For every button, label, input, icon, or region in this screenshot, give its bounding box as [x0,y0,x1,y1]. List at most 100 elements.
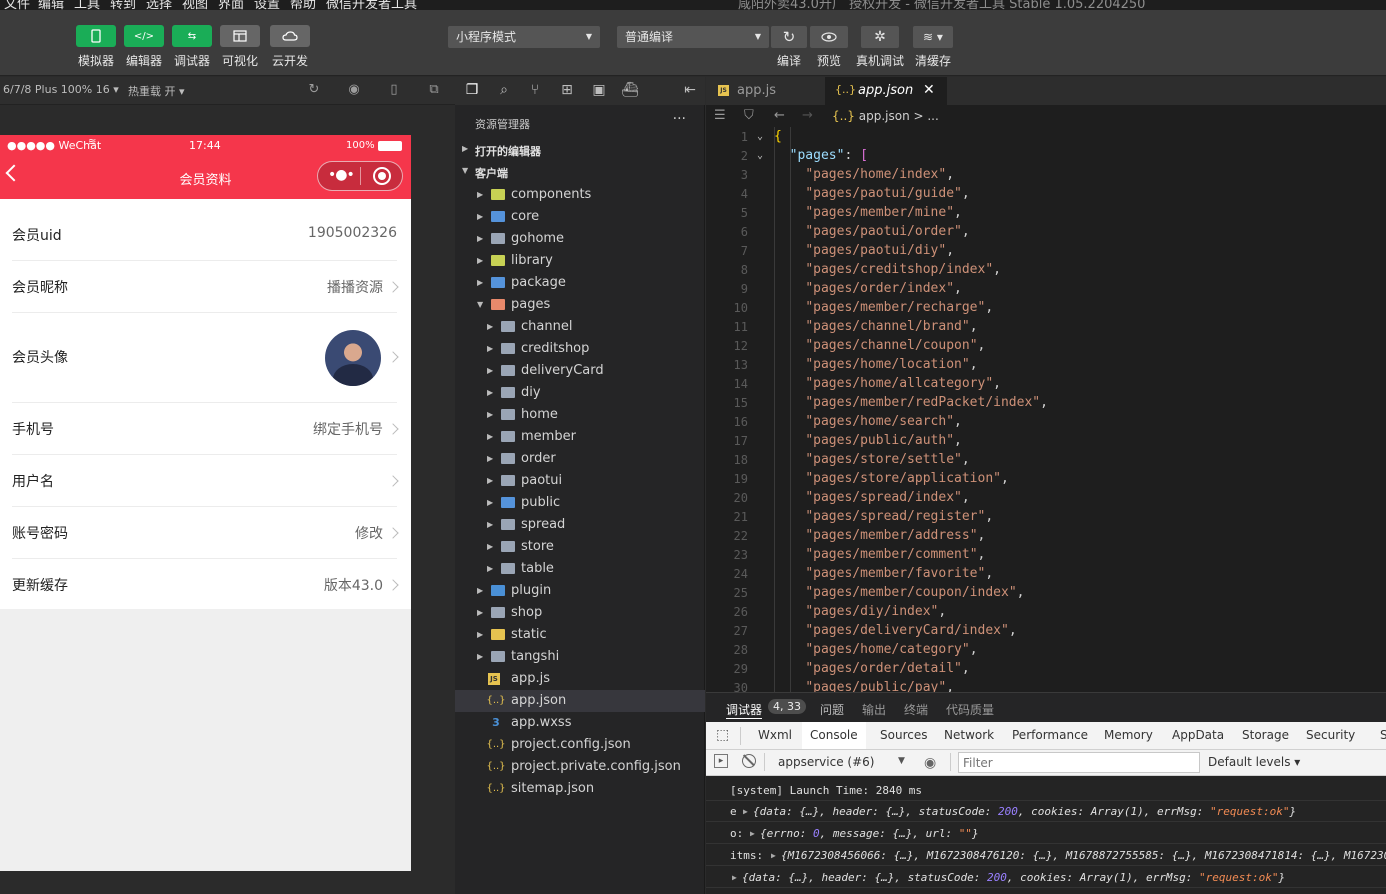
close-circle-icon[interactable] [373,167,391,185]
devtools-tab-console[interactable]: Console [802,722,866,749]
fold-chevron-icon[interactable]: ⌄ [757,131,763,142]
context-select[interactable]: appservice (#6) [778,755,874,769]
row-uid[interactable]: 会员uid 1905002326 [12,199,397,261]
docker-icon[interactable]: ⛴ [621,81,639,99]
client-section[interactable]: ▼ 客户端 [455,161,705,183]
menu-edit[interactable]: 编辑 [38,0,64,10]
tree-item-paotui[interactable]: ▶ paotui [455,470,705,492]
hot-reload-toggle[interactable]: 热重载 开 ▾ [128,83,185,99]
row-avatar[interactable]: 会员头像 [12,313,399,403]
console-line[interactable]: ▶ {data: {…}, header: {…}, statusCode: 20… [706,866,1386,888]
row-username[interactable]: 用户名 [12,455,399,507]
devtools-tab-storage[interactable]: Storage [1234,722,1297,749]
menu-tools[interactable]: 工具 [74,0,100,10]
tree-item-library[interactable]: ▶ library [455,250,705,272]
clear-console-icon[interactable] [742,754,756,768]
tab-problems[interactable]: 问题 [820,701,844,718]
tab-debugger[interactable]: 调试器 [726,701,763,719]
sidebar-toggle-icon[interactable]: ▸ [714,754,728,768]
files-icon[interactable]: ❐ [463,81,481,99]
fold-chevron-icon[interactable]: ⌄ [757,150,763,161]
tree-item-public[interactable]: ▶ public [455,492,705,514]
source-control-icon[interactable]: ⑂ [526,81,544,99]
tree-item-app-wxss[interactable]: 3 app.wxss [455,712,705,734]
levels-select[interactable]: Default levels ▾ [1208,755,1300,769]
bookmark-icon[interactable]: ⛉ [744,108,754,123]
filter-input[interactable] [958,752,1200,773]
simulator-toggle-button[interactable] [76,25,116,47]
console-line[interactable]: o: ▶ {errno: 0, message: {…}, url: ""} [706,822,1386,844]
tree-item-sitemap-json[interactable]: {..} sitemap.json [455,778,705,800]
menu-settings[interactable]: 设置 [254,0,280,10]
console-line[interactable]: e ▶ {data: {…}, header: {…}, statusCode: 2… [706,800,1386,822]
stop-icon[interactable]: ◉ [346,82,362,98]
tab-app-json[interactable]: {..} app.json ✕ [825,77,947,105]
menu-view[interactable]: 视图 [182,0,208,10]
devtools-tab-security[interactable]: Security [1298,722,1363,749]
devtools-tab-wxml[interactable]: Wxml [750,722,800,749]
menu-goto[interactable]: 转到 [110,0,136,10]
eye-icon[interactable]: ◉ [924,755,936,771]
menu-select[interactable]: 选择 [146,0,172,10]
clear-cache-button[interactable]: ≋ ▾ [913,26,953,48]
search-icon[interactable]: ⌕ [495,81,513,99]
debugger-toggle-button[interactable]: ⇆ [172,25,212,47]
console-line[interactable]: itms: ▶ {M1672308456066: {…}, M16723084761… [706,844,1386,866]
save-icon[interactable]: ▣ [590,81,608,99]
open-editors-section[interactable]: ▶ 打开的编辑器 [455,139,705,161]
list-icon[interactable]: ☰ [714,108,726,123]
devtools-tab-s[interactable]: S [1372,722,1386,749]
devtools-tab-network[interactable]: Network [936,722,1002,749]
mode-select[interactable]: 小程序模式 ▼ [448,26,600,48]
row-password[interactable]: 账号密码 修改 [12,507,399,559]
editor-toggle-button[interactable]: </> [124,25,164,47]
code-editor[interactable]: 1 ⌄ {2 ⌄ "pages": [3 "pages/home/index", 4 "… [706,127,1386,692]
devtools-tab-sources[interactable]: Sources [872,722,935,749]
menu-file[interactable]: 文件 [4,0,30,10]
expand-arrow-icon[interactable]: ▶ [750,829,755,838]
devtools-tab-performance[interactable]: Performance [1004,722,1096,749]
visual-button[interactable] [220,25,260,47]
tree-item-tangshi[interactable]: ▶ tangshi [455,646,705,668]
tree-item-order[interactable]: ▶ order [455,448,705,470]
back-arrow-icon[interactable]: ← [774,108,785,123]
tree-item-components[interactable]: ▶ components [455,184,705,206]
tree-item-core[interactable]: ▶ core [455,206,705,228]
tree-item-static[interactable]: ▶ static [455,624,705,646]
tab-terminal[interactable]: 终端 [904,701,928,718]
tree-item-app-json[interactable]: {..} app.json [455,690,705,712]
devtools-tab-memory[interactable]: Memory [1096,722,1161,749]
window-icon[interactable]: ⧉ [426,82,442,98]
tree-item-project-private-config-json[interactable]: {..} project.private.config.json [455,756,705,778]
tree-item-plugin[interactable]: ▶ plugin [455,580,705,602]
devtools-tab-appdata[interactable]: AppData [1164,722,1232,749]
close-icon[interactable]: ✕ [923,82,935,98]
tree-item-spread[interactable]: ▶ spread [455,514,705,536]
expand-arrow-icon[interactable]: ▶ [771,851,776,860]
preview-button[interactable] [810,26,848,48]
collapse-panel-icon[interactable]: ⇤ [681,81,699,99]
more-icon[interactable]: ··· [673,111,686,127]
forward-arrow-icon[interactable]: → [802,108,813,123]
more-dots-icon[interactable]: •●• [328,167,355,183]
row-cache[interactable]: 更新缓存 版本43.0 [12,559,399,609]
tree-item-package[interactable]: ▶ package [455,272,705,294]
tree-item-creditshop[interactable]: ▶ creditshop [455,338,705,360]
console-line[interactable]: [system] Launch Time: 2840 ms [706,779,1386,801]
inspect-icon[interactable]: ⬚ [716,727,729,743]
tab-output[interactable]: 输出 [862,701,886,718]
reload-icon[interactable]: ↻ [306,82,322,98]
tree-item-project-config-json[interactable]: {..} project.config.json [455,734,705,756]
menu-devtools[interactable]: 微信开发者工具 [326,0,417,10]
tree-item-pages[interactable]: ▼ pages [455,294,705,316]
compile-select[interactable]: 普通编译 ▼ [617,26,769,48]
cloud-button[interactable] [270,25,310,47]
tree-item-diy[interactable]: ▶ diy [455,382,705,404]
expand-arrow-icon[interactable]: ▶ [732,873,737,882]
breadcrumb[interactable]: {..} app.json > ... [832,109,939,123]
tree-item-app-js[interactable]: JS app.js [455,668,705,690]
tree-item-store[interactable]: ▶ store [455,536,705,558]
row-phone[interactable]: 手机号 绑定手机号 [12,403,399,455]
menu-interface[interactable]: 界面 [218,0,244,10]
tree-item-gohome[interactable]: ▶ gohome [455,228,705,250]
